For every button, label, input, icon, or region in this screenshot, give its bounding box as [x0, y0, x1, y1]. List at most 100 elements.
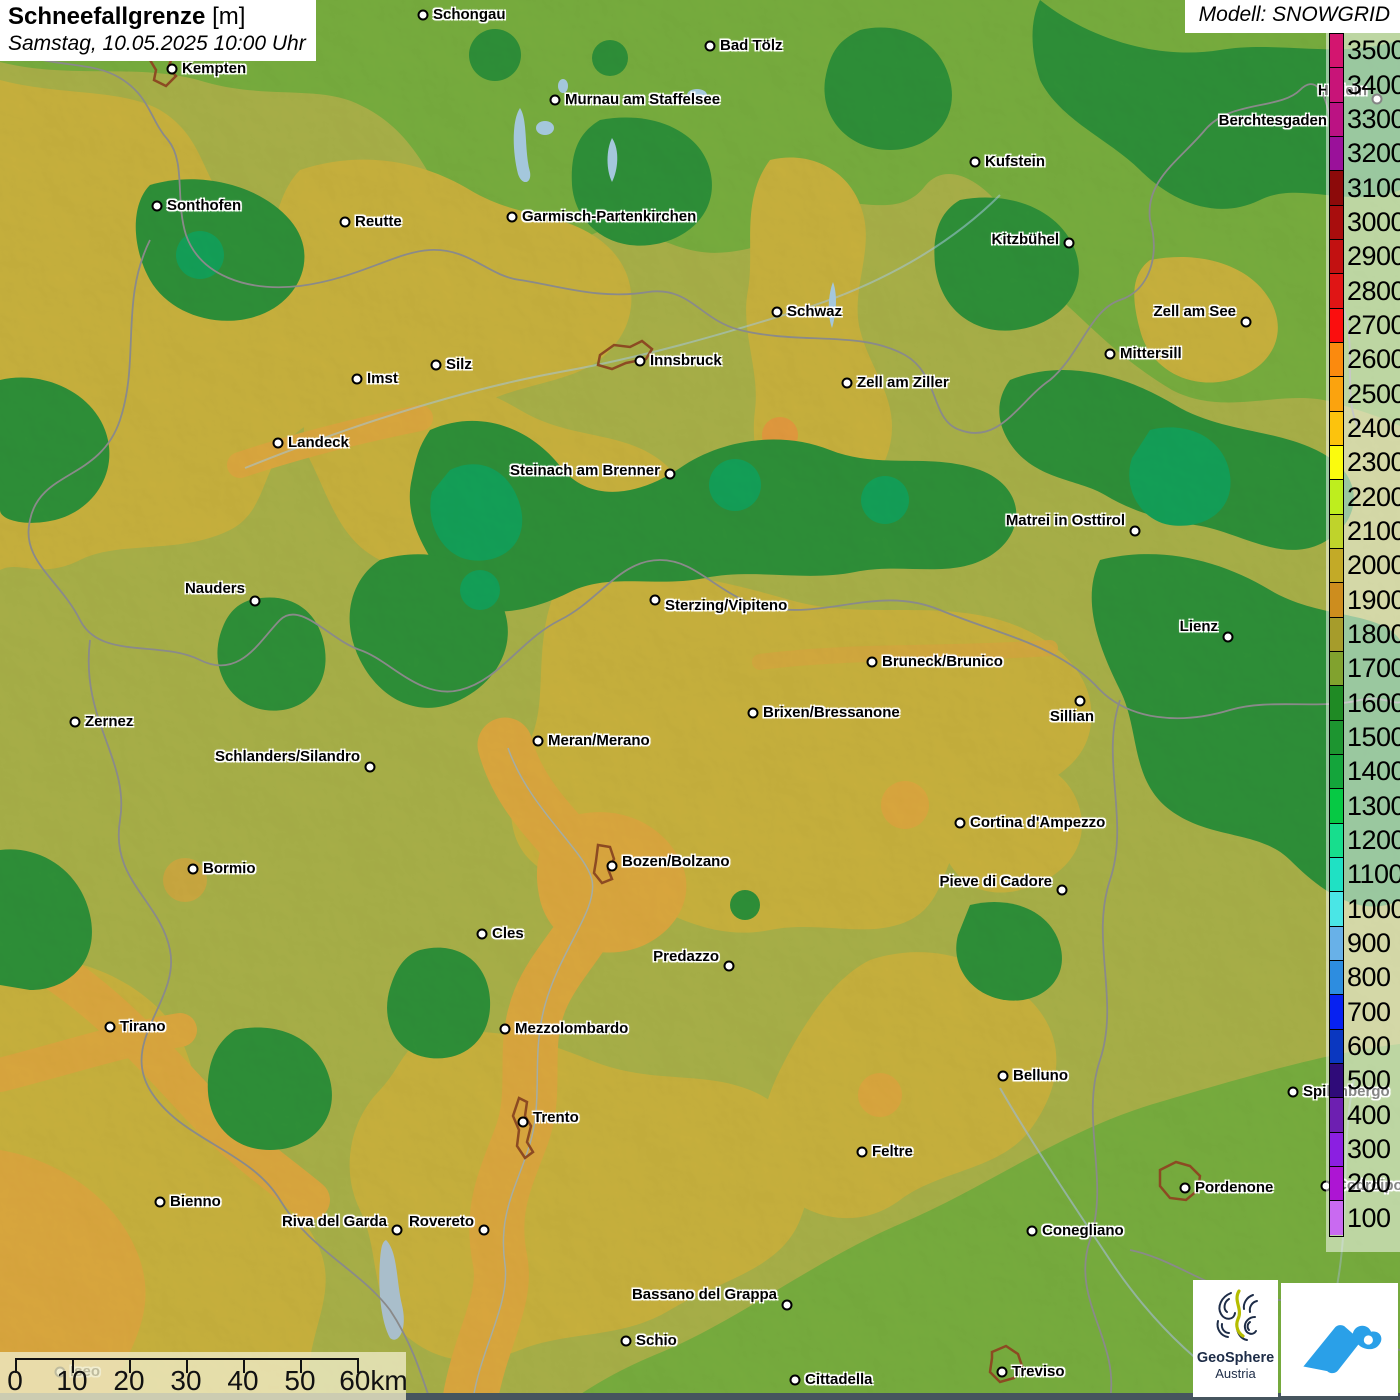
- colorbar-tick-label: 2700: [1347, 311, 1400, 339]
- colorbar-cell: [1330, 995, 1343, 1029]
- city-label: Matrei in Osttirol: [1006, 513, 1125, 529]
- colorbar-tick-label: 2600: [1347, 345, 1400, 373]
- city-label: Imst: [367, 371, 398, 387]
- city-label: Trento: [533, 1110, 579, 1126]
- colorbar-tick-label: 3500: [1347, 36, 1400, 64]
- city-label: Schlanders/Silandro: [215, 749, 360, 765]
- colorbar-tick-label: 3100: [1347, 174, 1400, 202]
- city-dot: [857, 1147, 868, 1158]
- colorbar-tick-label: 3200: [1347, 139, 1400, 167]
- colorbar-tick-label: 100: [1347, 1204, 1391, 1232]
- colorbar-tick-label: 600: [1347, 1032, 1391, 1060]
- city-dot: [705, 41, 716, 52]
- city-dot: [1064, 238, 1075, 249]
- colorbar-tick-label: 2800: [1347, 277, 1400, 305]
- colorbar-cell: [1330, 549, 1343, 583]
- colorbar-tick-label: 300: [1347, 1135, 1391, 1163]
- city-label: Meran/Merano: [548, 733, 650, 749]
- colorbar-tick-label: 2200: [1347, 483, 1400, 511]
- city-dot: [748, 708, 759, 719]
- city-label: Bienno: [170, 1194, 221, 1210]
- city-label: Steinach am Brenner: [510, 463, 660, 479]
- city-label: Zell am Ziller: [857, 375, 949, 391]
- mountain-cloud-logo-icon: [1294, 1297, 1386, 1383]
- city-dot: [365, 762, 376, 773]
- city-label: Rovereto: [409, 1214, 474, 1230]
- city-dot: [273, 438, 284, 449]
- city-label: Bozen/Bolzano: [622, 854, 730, 870]
- colorbar-cell: [1330, 343, 1343, 377]
- colorbar-cell: [1330, 1064, 1343, 1098]
- city-label: Murnau am Staffelsee: [565, 92, 720, 108]
- scalebar-label: 0: [7, 1365, 23, 1397]
- colorbar-tick-label: 1100: [1347, 860, 1400, 888]
- city-dot: [842, 378, 853, 389]
- city-label: Landeck: [288, 435, 349, 451]
- city-dot: [507, 212, 518, 223]
- city-label: Brixen/Bressanone: [763, 705, 900, 721]
- city-label: Silz: [446, 357, 472, 373]
- scalebar-label: 20: [113, 1365, 144, 1397]
- city-label: Kufstein: [985, 154, 1045, 170]
- city-dot: [1105, 349, 1116, 360]
- colorbar-tick-label: 500: [1347, 1066, 1391, 1094]
- title-parameter: Schneefallgrenze: [8, 3, 205, 30]
- city-dot: [772, 307, 783, 318]
- colorbar-tick-label: 2400: [1347, 414, 1400, 442]
- city-dot: [665, 469, 676, 480]
- city-label: Pieve di Cadore: [939, 874, 1052, 890]
- colorbar-cell: [1330, 824, 1343, 858]
- city-label: Garmisch-Partenkirchen: [522, 209, 696, 225]
- colorbar-tick-label: 2900: [1347, 242, 1400, 270]
- city-label: Treviso: [1012, 1364, 1065, 1380]
- city-dot: [250, 596, 261, 607]
- scalebar-label: 50: [284, 1365, 315, 1397]
- weather-map-stage: KemptenSchongauBad TölzMurnau am Staffel…: [0, 0, 1400, 1400]
- geosphere-country: Austria: [1193, 1366, 1278, 1381]
- city-dot: [352, 374, 363, 385]
- scalebar-label: 30: [170, 1365, 201, 1397]
- colorbar-cell: [1330, 721, 1343, 755]
- city-dot: [607, 861, 618, 872]
- city-dot: [955, 818, 966, 829]
- city-dot: [998, 1071, 1009, 1082]
- colorbar-tick-label: 1700: [1347, 654, 1400, 682]
- colorbar: [1329, 33, 1344, 1237]
- colorbar-cell: [1330, 755, 1343, 789]
- city-label: Zernez: [85, 714, 133, 730]
- city-dot: [1288, 1087, 1299, 1098]
- city-label: Kempten: [182, 61, 246, 77]
- city-dot: [1075, 696, 1086, 707]
- colorbar-tick-label: 3000: [1347, 208, 1400, 236]
- city-label: Kitzbühel: [992, 232, 1060, 248]
- city-label: Nauders: [185, 581, 245, 597]
- city-label: Cittadella: [805, 1372, 873, 1388]
- city-dot: [479, 1225, 490, 1236]
- colorbar-tick-label: 2500: [1347, 380, 1400, 408]
- colorbar-cell: [1330, 858, 1343, 892]
- colorbar-cell: [1330, 892, 1343, 926]
- colorbar-cell: [1330, 34, 1343, 68]
- colorbar-cell: [1330, 515, 1343, 549]
- colorbar-tick-label: 1000: [1347, 895, 1400, 923]
- city-dot: [418, 10, 429, 21]
- city-dot: [724, 961, 735, 972]
- city-dot: [1027, 1226, 1038, 1237]
- colorbar-tick-label: 800: [1347, 963, 1391, 991]
- city-label: Schongau: [433, 7, 506, 23]
- city-label: Sterzing/Vipiteno: [665, 598, 787, 614]
- colorbar-tick-label: 2300: [1347, 448, 1400, 476]
- city-label: Cles: [492, 926, 524, 942]
- city-label: Bormio: [203, 861, 256, 877]
- distance-scalebar: 0102030405060km: [0, 1352, 406, 1400]
- city-dot: [867, 657, 878, 668]
- map-datetime: Samstag, 10.05.2025 10:00 Uhr: [8, 32, 306, 56]
- city-dot: [70, 717, 81, 728]
- city-dot: [782, 1300, 793, 1311]
- colorbar-tick-label: 900: [1347, 929, 1391, 957]
- city-dot: [635, 356, 646, 367]
- colorbar-cell: [1330, 309, 1343, 343]
- city-dot: [500, 1024, 511, 1035]
- city-label: Schio: [636, 1333, 677, 1349]
- colorbar-cell: [1330, 652, 1343, 686]
